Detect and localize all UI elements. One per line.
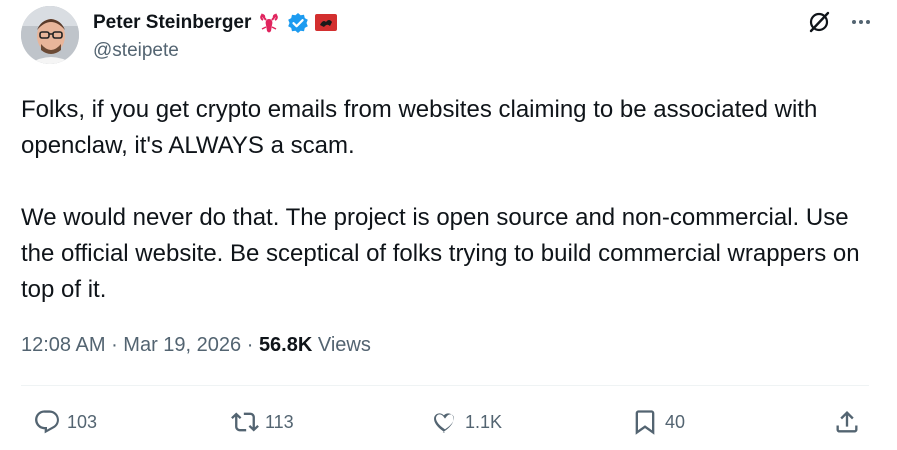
heart-icon bbox=[434, 413, 454, 433]
bookmark-button[interactable]: 40 bbox=[631, 408, 685, 436]
like-count: 1.1K bbox=[465, 411, 503, 432]
lobster-emoji-icon bbox=[257, 11, 281, 35]
flag-emoji-icon bbox=[315, 13, 338, 33]
tweet-date[interactable]: Mar 19, 2026 bbox=[123, 334, 241, 356]
author-name-row: Peter Steinberger bbox=[93, 10, 338, 36]
bookmark-icon bbox=[635, 410, 655, 435]
tweet-time[interactable]: 12:08 AM bbox=[21, 334, 106, 356]
repost-count: 113 bbox=[265, 411, 294, 432]
action-bar: 103 113 1.1K 40 bbox=[21, 402, 869, 448]
verified-badge-icon[interactable] bbox=[287, 12, 309, 34]
tweet-paragraph: We would never do that. The project is o… bbox=[21, 204, 860, 303]
repost-button[interactable]: 113 bbox=[231, 408, 294, 436]
repost-icon bbox=[231, 412, 259, 432]
share-icon bbox=[836, 411, 858, 433]
reply-icon bbox=[35, 410, 59, 434]
author-name[interactable]: Peter Steinberger bbox=[93, 12, 251, 34]
divider bbox=[21, 385, 869, 386]
meta-separator: · bbox=[111, 334, 124, 356]
top-right-icons bbox=[805, 8, 875, 36]
avatar[interactable] bbox=[21, 6, 79, 64]
tweet-card: Peter Steinberger @steipete Folks, if yo… bbox=[0, 0, 897, 450]
reply-count: 103 bbox=[67, 411, 98, 432]
meta-separator: · bbox=[246, 334, 259, 356]
reply-button[interactable]: 103 bbox=[33, 408, 97, 436]
views-count: 56.8K bbox=[258, 334, 313, 356]
views-label: Views bbox=[317, 334, 371, 356]
grok-icon[interactable] bbox=[805, 8, 833, 36]
tweet-paragraph: Folks, if you get crypto emails from web… bbox=[21, 96, 818, 159]
tweet-meta: 12:08 AM · Mar 19, 2026 · 56.8K Views bbox=[21, 334, 371, 357]
like-button[interactable]: 1.1K bbox=[431, 408, 502, 436]
author-handle[interactable]: @steipete bbox=[93, 40, 179, 62]
more-icon[interactable] bbox=[847, 8, 875, 36]
tweet-text: Folks, if you get crypto emails from web… bbox=[21, 92, 871, 308]
bookmark-count: 40 bbox=[665, 411, 686, 432]
share-button[interactable] bbox=[833, 408, 861, 436]
